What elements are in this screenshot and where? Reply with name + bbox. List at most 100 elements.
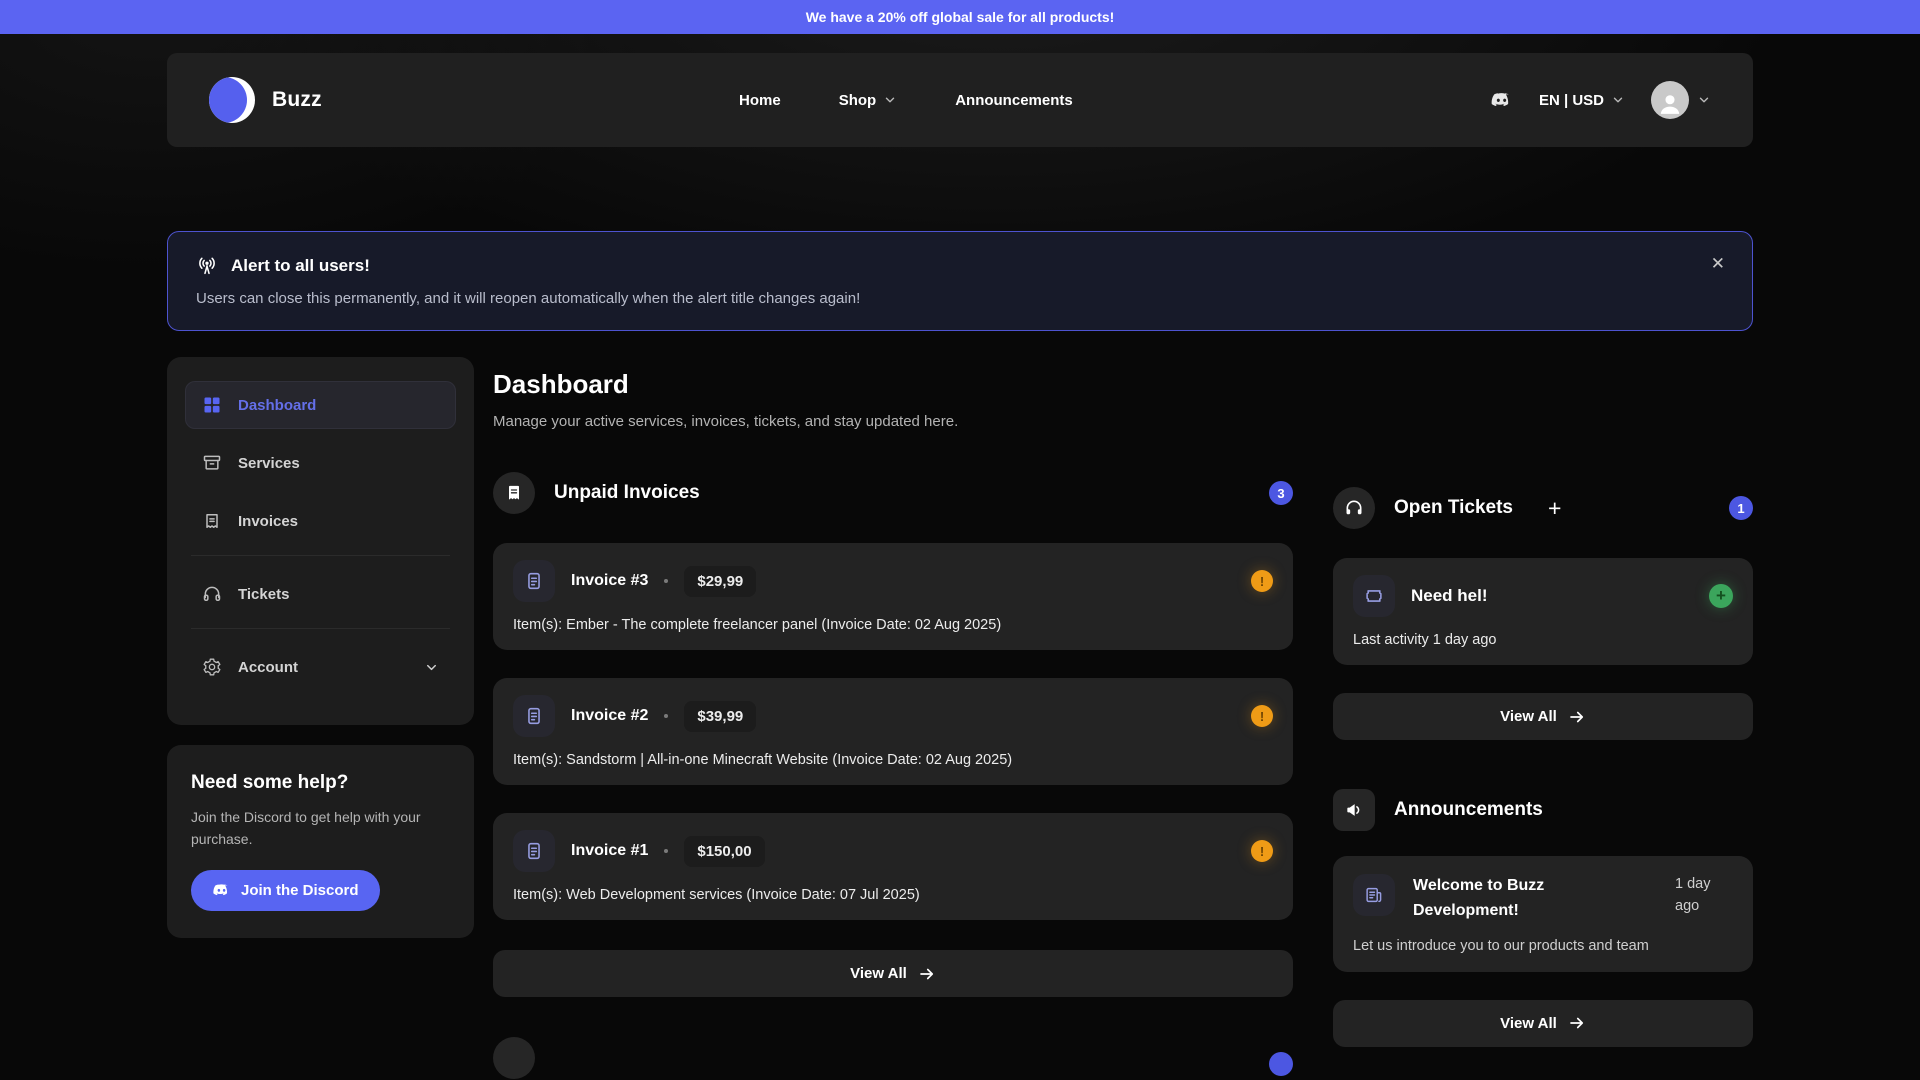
announcement-time: 1 day ago bbox=[1675, 874, 1733, 918]
alert-title: Alert to all users! bbox=[231, 256, 370, 276]
unpaid-invoices-title: Unpaid Invoices bbox=[554, 482, 700, 504]
sidebar-item-tickets[interactable]: Tickets bbox=[185, 570, 456, 618]
nav-item-announcements[interactable]: Announcements bbox=[955, 92, 1073, 109]
grid-icon bbox=[202, 395, 222, 415]
sale-banner-text: We have a 20% off global sale for all pr… bbox=[806, 9, 1115, 25]
separator-dot bbox=[664, 849, 668, 853]
sidebar-label-invoices: Invoices bbox=[238, 513, 298, 530]
view-all-label: View All bbox=[1500, 1015, 1557, 1032]
invoice-amount: $29,99 bbox=[684, 566, 756, 597]
divider bbox=[191, 555, 450, 556]
separator-dot bbox=[664, 714, 668, 718]
help-card: Need some help? Join the Discord to get … bbox=[167, 745, 474, 938]
nav-home-label: Home bbox=[739, 92, 781, 109]
ticket-activity: Last activity 1 day ago bbox=[1353, 632, 1733, 648]
help-title: Need some help? bbox=[191, 772, 450, 794]
sidebar-label-tickets: Tickets bbox=[238, 586, 289, 603]
open-tickets-header: Open Tickets + 1 bbox=[1333, 487, 1753, 529]
global-alert: Alert to all users! Users can close this… bbox=[167, 231, 1753, 331]
invoice-name: Invoice #1 bbox=[571, 842, 648, 860]
sidebar-item-services[interactable]: Services bbox=[185, 439, 456, 487]
chevron-down-icon bbox=[1611, 93, 1625, 107]
unpaid-invoices-header: Unpaid Invoices 3 bbox=[493, 472, 1293, 514]
invoice-doc-icon bbox=[513, 695, 555, 737]
invoice-doc-icon bbox=[513, 560, 555, 602]
headset-icon bbox=[1333, 487, 1375, 529]
add-ticket-button[interactable]: + bbox=[1548, 497, 1561, 520]
person-icon bbox=[1657, 90, 1683, 116]
nav-shop-label: Shop bbox=[839, 92, 877, 109]
gear-icon bbox=[202, 657, 222, 677]
invoice-name: Invoice #3 bbox=[571, 572, 648, 590]
nav-item-shop[interactable]: Shop bbox=[839, 92, 898, 109]
invoice-card[interactable]: Invoice #1 $150,00 ! Item(s): Web Develo… bbox=[493, 813, 1293, 920]
announcement-text: Let us introduce you to our products and… bbox=[1353, 938, 1733, 954]
sale-banner: We have a 20% off global sale for all pr… bbox=[0, 0, 1920, 34]
announcements-title: Announcements bbox=[1394, 799, 1543, 821]
unpaid-status-icon: ! bbox=[1251, 570, 1273, 592]
open-tickets-title: Open Tickets bbox=[1394, 497, 1513, 519]
tickets-view-all-button[interactable]: View All bbox=[1333, 693, 1753, 740]
announcement-title: Welcome to Buzz Development! bbox=[1413, 874, 1657, 924]
discord-icon[interactable] bbox=[1490, 89, 1513, 112]
ticket-name: Need hel! bbox=[1411, 586, 1488, 606]
header-right: EN | USD bbox=[1490, 81, 1711, 119]
invoice-details: Item(s): Web Development services (Invoi… bbox=[513, 887, 1273, 903]
invoice-amount: $39,99 bbox=[684, 701, 756, 732]
invoice-doc-icon bbox=[513, 830, 555, 872]
section-count-badge bbox=[1269, 1052, 1293, 1076]
join-discord-button[interactable]: Join the Discord bbox=[191, 870, 380, 911]
announcements-header: Announcements bbox=[1333, 789, 1753, 831]
megaphone-icon bbox=[1333, 789, 1375, 831]
sidebar-item-dashboard[interactable]: Dashboard bbox=[185, 381, 456, 429]
broadcast-icon bbox=[196, 255, 218, 277]
buzz-logo-icon bbox=[209, 77, 255, 123]
ticket-card[interactable]: Need hel! + Last activity 1 day ago bbox=[1333, 558, 1753, 665]
account-menu[interactable] bbox=[1651, 81, 1711, 119]
page-subtitle: Manage your active services, invoices, t… bbox=[493, 413, 1293, 430]
view-all-label: View All bbox=[850, 965, 907, 982]
locale-currency-selector[interactable]: EN | USD bbox=[1539, 92, 1625, 109]
invoices-view-all-button[interactable]: View All bbox=[493, 950, 1293, 997]
brand-name: Buzz bbox=[272, 88, 322, 112]
close-icon[interactable]: ✕ bbox=[1711, 254, 1725, 274]
sidebar-item-invoices[interactable]: Invoices bbox=[185, 497, 456, 545]
unpaid-status-icon: ! bbox=[1251, 705, 1273, 727]
unpaid-status-icon: ! bbox=[1251, 840, 1273, 862]
alert-message: Users can close this permanently, and it… bbox=[196, 290, 1724, 307]
discord-icon bbox=[212, 881, 231, 900]
header: Buzz Home Shop Announcements EN | USD bbox=[167, 53, 1753, 147]
chevron-down-icon bbox=[424, 660, 439, 675]
archive-box-icon bbox=[202, 453, 222, 473]
arrow-right-icon bbox=[918, 965, 936, 983]
unpaid-invoices-count-badge: 3 bbox=[1269, 481, 1293, 505]
announcements-view-all-button[interactable]: View All bbox=[1333, 1000, 1753, 1047]
invoice-amount: $150,00 bbox=[684, 836, 764, 867]
newspaper-icon bbox=[1353, 874, 1395, 916]
nav-announcements-label: Announcements bbox=[955, 92, 1073, 109]
locale-label: EN | USD bbox=[1539, 92, 1604, 109]
brand-link[interactable]: Buzz bbox=[209, 77, 322, 123]
receipt-icon bbox=[493, 472, 535, 514]
arrow-right-icon bbox=[1568, 1014, 1586, 1032]
section-icon bbox=[493, 1037, 535, 1079]
invoice-card[interactable]: Invoice #3 $29,99 ! Item(s): Ember - The… bbox=[493, 543, 1293, 650]
nav-item-home[interactable]: Home bbox=[739, 92, 781, 109]
invoice-details: Item(s): Ember - The complete freelancer… bbox=[513, 617, 1273, 633]
headset-icon bbox=[202, 584, 222, 604]
avatar bbox=[1651, 81, 1689, 119]
join-discord-label: Join the Discord bbox=[241, 882, 359, 899]
receipt-icon bbox=[202, 511, 222, 531]
announcement-card[interactable]: Welcome to Buzz Development! 1 day ago L… bbox=[1333, 856, 1753, 972]
divider bbox=[191, 628, 450, 629]
sidebar-item-account[interactable]: Account bbox=[185, 643, 456, 691]
invoice-card[interactable]: Invoice #2 $39,99 ! Item(s): Sandstorm |… bbox=[493, 678, 1293, 785]
page-title: Dashboard bbox=[493, 369, 1293, 400]
open-tickets-count-badge: 1 bbox=[1729, 496, 1753, 520]
arrow-right-icon bbox=[1568, 708, 1586, 726]
main-nav: Home Shop Announcements bbox=[322, 92, 1490, 109]
open-status-icon: + bbox=[1709, 584, 1733, 608]
chevron-down-icon bbox=[1697, 93, 1711, 107]
view-all-label: View All bbox=[1500, 708, 1557, 725]
sidebar: Dashboard Services Invoices Tickets bbox=[167, 357, 474, 725]
